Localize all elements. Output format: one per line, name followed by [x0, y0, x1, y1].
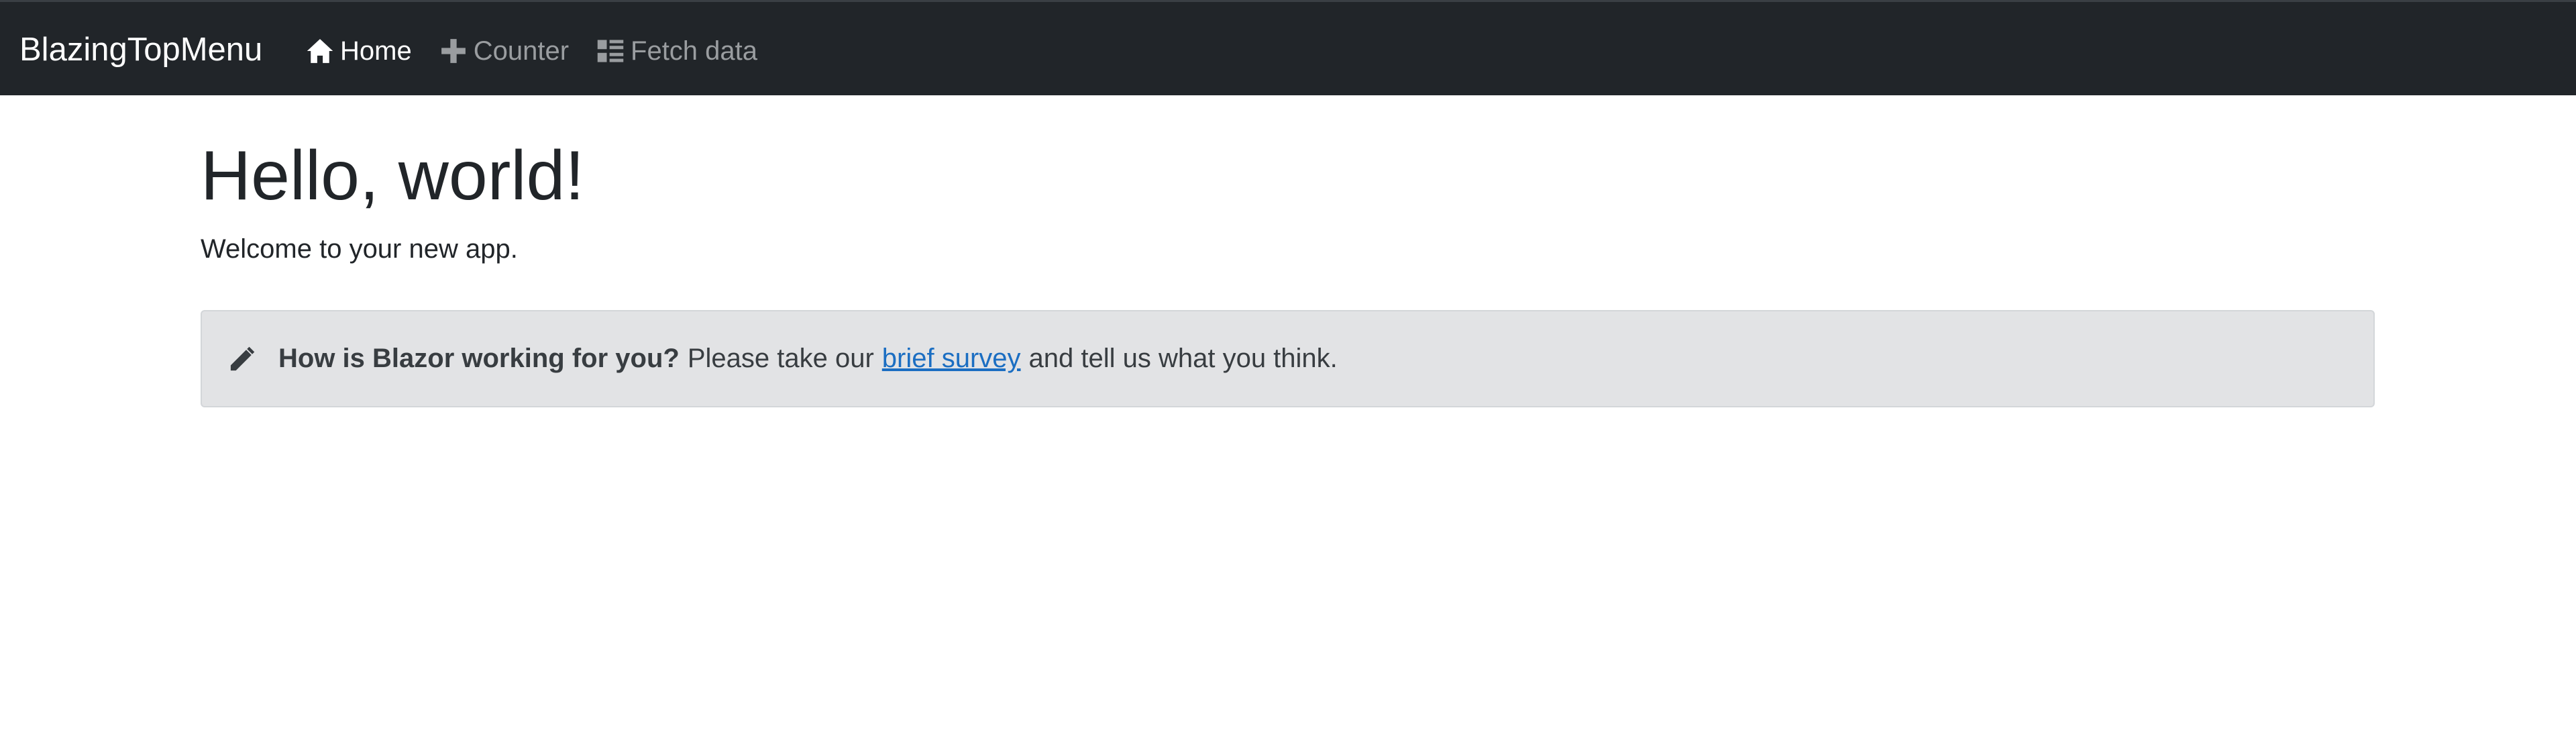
- top-navbar: BlazingTopMenu Home Counter Fetch data: [0, 0, 2576, 95]
- nav-item-home[interactable]: Home: [305, 32, 412, 70]
- nav-item-label: Home: [340, 36, 412, 66]
- plus-icon: [439, 36, 468, 66]
- pencil-icon: [226, 343, 258, 375]
- brand-link[interactable]: BlazingTopMenu: [19, 30, 262, 70]
- survey-text-before: Please take our: [687, 344, 874, 373]
- survey-text-after: and tell us what you think.: [1028, 344, 1338, 373]
- home-icon: [305, 36, 335, 66]
- survey-link[interactable]: brief survey: [882, 344, 1021, 374]
- nav-item-fetch-data[interactable]: Fetch data: [596, 32, 757, 70]
- nav-menu: Home Counter Fetch data: [305, 31, 784, 71]
- page-title: Hello, world!: [201, 137, 585, 215]
- nav-item-label: Counter: [473, 36, 570, 66]
- list-icon: [596, 36, 625, 66]
- survey-prompt: How is Blazor working for you? Please ta…: [201, 310, 2375, 407]
- nav-item-label: Fetch data: [631, 36, 758, 66]
- welcome-text: Welcome to your new app.: [201, 234, 518, 264]
- nav-item-counter[interactable]: Counter: [439, 32, 569, 70]
- survey-question: How is Blazor working for you?: [278, 344, 680, 373]
